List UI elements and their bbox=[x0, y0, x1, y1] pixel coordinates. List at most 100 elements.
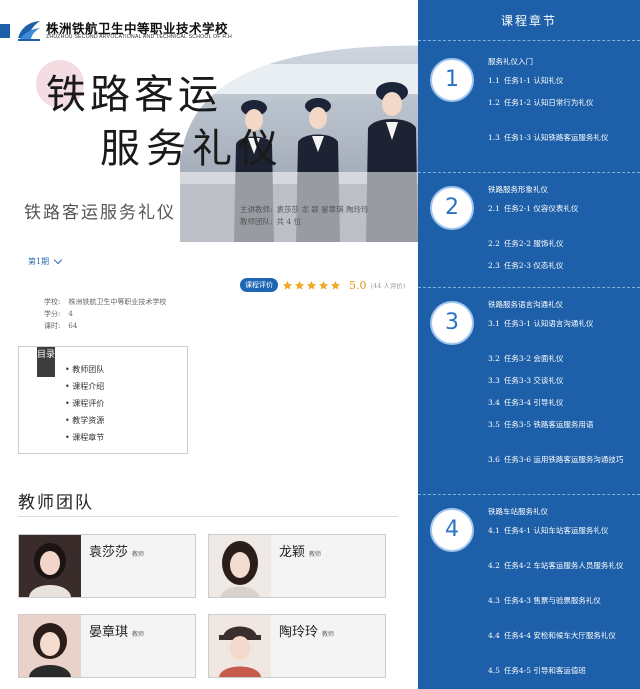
chapter-task-link[interactable]: 3.2 任务3-2 会面礼仪 bbox=[488, 352, 636, 365]
chapter-task-link[interactable]: 1.2 任务1-2 认知日常行为礼仪 bbox=[488, 96, 636, 109]
sidebar-title: 课程章节 bbox=[500, 14, 557, 28]
task-number: 3.3 bbox=[488, 376, 500, 385]
teacher-role: 教师 bbox=[132, 551, 145, 558]
teacher-avatar bbox=[19, 535, 81, 597]
meta-school-label: 学校: bbox=[44, 298, 61, 306]
lecturer-names: 袁莎莎 龙 颖 晏章琪 陶玲玲 bbox=[276, 205, 369, 214]
toc-tag: 目录 bbox=[37, 347, 55, 377]
chevron-down-icon bbox=[53, 255, 63, 265]
task-title: 任务2-1 仪容仪表礼仪 bbox=[503, 204, 579, 213]
teacher-avatar bbox=[209, 535, 271, 597]
task-title: 任务2-2 服饰礼仪 bbox=[503, 239, 564, 248]
chapter-task-link[interactable]: 3.3 任务3-3 交谈礼仪 bbox=[488, 374, 636, 387]
chapter-task-link[interactable]: 4.4 任务4-4 安检和候车大厅服务礼仪 bbox=[488, 629, 636, 642]
chapter-title[interactable]: 铁路车站服务礼仪 bbox=[488, 506, 548, 517]
task-title: 任务4-2 车站客运服务人员服务礼仪 bbox=[503, 561, 624, 570]
toc-item[interactable]: • 课程介绍 bbox=[65, 378, 104, 395]
course-subtitle: 铁路客运服务礼仪 bbox=[24, 203, 176, 223]
task-number: 3.1 bbox=[488, 319, 500, 328]
task-title: 任务3-6 运用铁路客运服务沟通技巧 bbox=[503, 455, 624, 464]
toc-list: • 教师团队 • 课程介绍 • 课程评价 • 教学资源 • 课程章节 bbox=[65, 361, 104, 446]
teacher-name: 袁莎莎 bbox=[89, 545, 129, 560]
chapter-task-link[interactable]: 3.1 任务3-1 认知语言沟通礼仪 bbox=[488, 317, 636, 330]
teacher-avatar bbox=[19, 615, 81, 677]
task-title: 任务1-1 认知礼仪 bbox=[503, 76, 564, 85]
task-number: 1.2 bbox=[488, 98, 500, 107]
course-main: 株洲铁航卫生中等职业技术学校 ZHUZHOU SECOND ARVOCATION… bbox=[0, 0, 418, 689]
teacher-card[interactable]: 龙颖 教师 bbox=[208, 534, 386, 598]
task-number: 4.1 bbox=[488, 526, 500, 535]
lecturer-label: 主讲教师: bbox=[240, 205, 273, 214]
chapter-task-link[interactable]: 4.2 任务4-2 车站客运服务人员服务礼仪 bbox=[488, 559, 636, 572]
term-label: 第1期 bbox=[28, 257, 50, 266]
meta-hours-value: 64 bbox=[68, 322, 78, 330]
teacher-name: 晏章琪 bbox=[89, 625, 129, 640]
team-label: 教师团队: bbox=[240, 217, 273, 226]
task-number: 2.2 bbox=[488, 239, 500, 248]
team-section-title: 教师团队 bbox=[18, 493, 94, 513]
chapter-number-badge: 1 bbox=[430, 58, 474, 102]
task-number: 3.6 bbox=[488, 455, 500, 464]
header-accent-bar bbox=[0, 24, 10, 38]
task-title: 任务1-2 认知日常行为礼仪 bbox=[503, 98, 594, 107]
task-number: 4.4 bbox=[488, 631, 500, 640]
chapter-title[interactable]: 服务礼仪入门 bbox=[488, 56, 533, 67]
teacher-role: 教师 bbox=[322, 631, 335, 638]
chapter-task-link[interactable]: 1.1 任务1-1 认知礼仪 bbox=[488, 74, 636, 87]
teacher-name-row: 龙颖 教师 bbox=[279, 541, 321, 560]
chapter-task-link[interactable]: 4.3 任务4-3 售票与验票服务礼仪 bbox=[488, 594, 636, 607]
task-number: 2.3 bbox=[488, 261, 500, 270]
chapter-number-badge: 3 bbox=[430, 301, 474, 345]
chapter-task-link[interactable]: 3.4 任务3-4 引导礼仪 bbox=[488, 396, 636, 409]
teacher-card[interactable]: 晏章琪 教师 bbox=[18, 614, 196, 678]
term-selector[interactable]: 第1期 bbox=[28, 255, 63, 267]
course-meta: 学校: 株洲铁航卫生中等职业技术学校 学分: 4 课时: 64 bbox=[44, 296, 166, 332]
teacher-role: 教师 bbox=[309, 551, 322, 558]
task-title: 任务1-3 认知铁路客运服务礼仪 bbox=[503, 133, 609, 142]
teacher-card[interactable]: 陶玲玲 教师 bbox=[208, 614, 386, 678]
task-title: 任务3-5 铁路客运服务用语 bbox=[503, 420, 594, 429]
toc-item[interactable]: • 教学资源 bbox=[65, 412, 104, 429]
task-title: 任务4-1 认知车站客运服务礼仪 bbox=[503, 526, 609, 535]
chapter-task-link[interactable]: 2.1 任务2-1 仪容仪表礼仪 bbox=[488, 202, 636, 215]
meta-hours-label: 课时: bbox=[44, 322, 61, 330]
chapter-task-link[interactable]: 3.6 任务3-6 运用铁路客运服务沟通技巧 bbox=[488, 453, 636, 466]
banner-title-line2: 服务礼仪 bbox=[100, 126, 284, 172]
teacher-name-row: 袁莎莎 教师 bbox=[89, 541, 144, 560]
chapter-task-link[interactable]: 1.3 任务1-3 认知铁路客运服务礼仪 bbox=[488, 131, 636, 144]
teacher-name-row: 晏章琪 教师 bbox=[89, 621, 144, 640]
task-number: 3.4 bbox=[488, 398, 500, 407]
task-number: 4.5 bbox=[488, 666, 500, 675]
star-icon bbox=[294, 280, 305, 290]
chapter-title[interactable]: 铁路服务形象礼仪 bbox=[488, 184, 548, 195]
meta-credit-value: 4 bbox=[68, 310, 73, 318]
toc-item[interactable]: • 课程章节 bbox=[65, 429, 104, 446]
school-logo-icon bbox=[18, 21, 40, 41]
banner-title-line1: 铁路客运 bbox=[46, 72, 222, 118]
chapter-task-link[interactable]: 4.5 任务4-5 引导和客运值班 bbox=[488, 664, 636, 677]
task-number: 2.1 bbox=[488, 204, 500, 213]
task-number: 1.3 bbox=[488, 133, 500, 142]
task-number: 1.1 bbox=[488, 76, 500, 85]
meta-school-value: 株洲铁航卫生中等职业技术学校 bbox=[68, 298, 167, 306]
toc-item[interactable]: • 课程评价 bbox=[65, 395, 104, 412]
task-title: 任务3-3 交谈礼仪 bbox=[503, 376, 564, 385]
task-title: 任务3-2 会面礼仪 bbox=[503, 354, 564, 363]
toc-item[interactable]: • 教师团队 bbox=[65, 361, 104, 378]
chapter-task-link[interactable]: 2.2 任务2-2 服饰礼仪 bbox=[488, 237, 636, 250]
course-evaluation: 课程评价 5.0 (44 人评价) bbox=[240, 278, 405, 292]
chapter-task-link[interactable]: 2.3 任务2-3 仪态礼仪 bbox=[488, 259, 636, 272]
chapter-title[interactable]: 铁路服务语言沟通礼仪 bbox=[488, 299, 563, 310]
teacher-card[interactable]: 袁莎莎 教师 bbox=[18, 534, 196, 598]
chapter-task-link[interactable]: 3.5 任务3-5 铁路客运服务用语 bbox=[488, 418, 636, 431]
teacher-name: 陶玲玲 bbox=[279, 625, 319, 640]
chapters-sidebar: 课程章节 1 服务礼仪入门 1.1 任务1-1 认知礼仪 1.2 任务1-2 认知日常行为… bbox=[418, 0, 640, 689]
course-banner: 铁路客运 服务礼仪 铁路客运服务礼仪 主讲教师: 袁莎莎 龙 颖 晏章琪 陶玲玲… bbox=[0, 44, 418, 242]
sidebar-divider bbox=[418, 287, 640, 288]
chapter-task-link[interactable]: 4.1 任务4-1 认知车站客运服务礼仪 bbox=[488, 524, 636, 537]
star-icon bbox=[306, 280, 317, 290]
task-number: 3.2 bbox=[488, 354, 500, 363]
team-value: 共 4 位 bbox=[276, 217, 302, 226]
task-title: 任务3-4 引导礼仪 bbox=[503, 398, 564, 407]
evaluation-badge[interactable]: 课程评价 bbox=[240, 278, 278, 292]
